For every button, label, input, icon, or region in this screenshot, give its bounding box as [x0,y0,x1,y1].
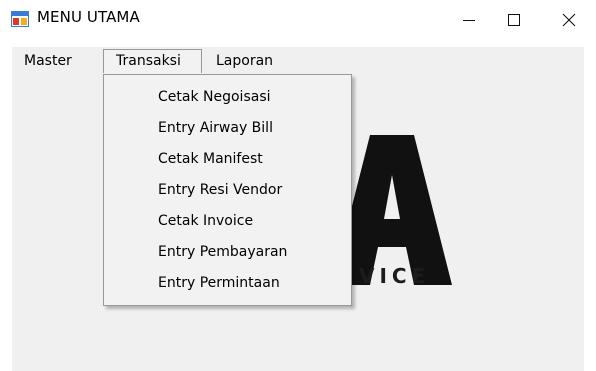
menu-master[interactable]: Master [14,49,102,73]
menu-item-entry-pembayaran[interactable]: Entry Pembayaran [105,237,350,268]
menu-item-cetak-invoice[interactable]: Cetak Invoice [105,206,350,237]
title-bar[interactable]: MENU UTAMA [0,0,596,40]
close-button[interactable] [546,0,592,40]
window-title: MENU UTAMA [37,8,140,26]
maximize-button[interactable] [491,0,537,40]
minimize-icon [463,20,475,21]
menu-item-cetak-manifest[interactable]: Cetak Manifest [105,144,350,175]
menu-item-entry-permintaan[interactable]: Entry Permintaan [105,268,350,299]
menu-laporan[interactable]: Laporan [202,49,292,73]
app-window-icon [11,11,29,27]
background-logo-text: VICE [359,264,431,288]
menu-item-entry-resi-vendor[interactable]: Entry Resi Vendor [105,175,350,206]
menu-item-cetak-negoisasi[interactable]: Cetak Negoisasi [105,82,350,113]
transaksi-dropdown-menu: Cetak Negoisasi Entry Airway Bill Cetak … [103,74,352,306]
minimize-button[interactable] [446,0,492,40]
close-icon [562,13,576,27]
menu-bar: Master Transaksi Laporan [12,47,584,75]
main-window: MENU UTAMA VICE Master Transaksi Laporan… [0,0,596,371]
menu-transaksi[interactable]: Transaksi [103,49,202,73]
menu-item-entry-airway-bill[interactable]: Entry Airway Bill [105,113,350,144]
maximize-icon [508,14,520,26]
